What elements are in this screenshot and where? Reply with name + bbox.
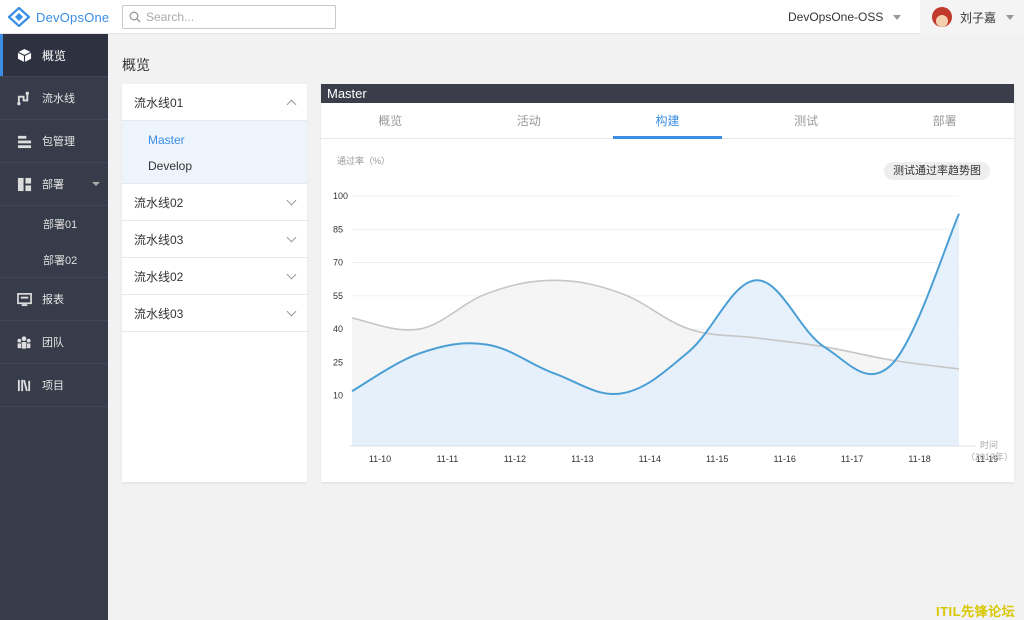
chevron-up-icon[interactable] xyxy=(286,99,297,109)
y-axis-ticks: 10 25 40 55 70 85 100 xyxy=(333,191,348,401)
app-logo[interactable]: DevOpsOne xyxy=(8,7,109,27)
chevron-down-icon xyxy=(1006,14,1015,20)
search-box[interactable] xyxy=(122,5,336,29)
sidebar-item-deploy[interactable]: 部署 xyxy=(0,163,108,206)
sidebar-item-label: 概览 xyxy=(42,48,67,63)
pipeline-item[interactable]: 流水线03 xyxy=(122,221,307,258)
x-tick-label: 11-13 xyxy=(571,454,593,464)
page-title: 概览 xyxy=(122,57,150,73)
chevron-down-icon[interactable] xyxy=(286,269,297,279)
x-tick-label: 11-17 xyxy=(841,454,863,464)
devopsone-logo-icon xyxy=(8,7,30,27)
pipeline-name: 流水线02 xyxy=(134,195,184,210)
sidebar-item-overview[interactable]: 概览 xyxy=(0,34,108,77)
x-tick-label: 11-10 xyxy=(369,454,391,464)
sidebar-subitem-label: 部署01 xyxy=(43,219,78,231)
tab-activity[interactable]: 活动 xyxy=(460,103,599,138)
app-name: DevOpsOne xyxy=(36,9,110,25)
sidebar: 概览 流水线 包管理 部署 部署01 部署02 报表 团队 项目 xyxy=(0,34,108,620)
x-tick-label: 11-14 xyxy=(639,454,661,464)
user-name: 刘子嘉 xyxy=(960,10,997,25)
sidebar-item-label: 流水线 xyxy=(42,93,75,105)
sidebar-item-label: 报表 xyxy=(42,294,64,306)
sidebar-subitem-deploy02[interactable]: 部署02 xyxy=(0,242,108,278)
user-menu[interactable]: 刘子嘉 xyxy=(920,0,1024,34)
chevron-down-icon xyxy=(92,182,100,186)
sidebar-subitem-deploy01[interactable]: 部署01 xyxy=(0,206,108,242)
y-tick-label: 10 xyxy=(333,391,343,401)
chevron-down-icon xyxy=(893,14,902,20)
cube-icon xyxy=(16,47,32,63)
x-tick-label: 11-16 xyxy=(773,454,795,464)
sidebar-item-pipeline[interactable]: 流水线 xyxy=(0,77,108,120)
pass-rate-chart: 通过率（%） 102540557085100 11-10 11-11 11-12 11… xyxy=(333,155,1013,464)
org-switcher[interactable]: DevOpsOne-OSS xyxy=(788,10,902,24)
branch-item-develop[interactable]: Develop xyxy=(122,153,307,179)
sidebar-item-label: 部署 xyxy=(42,179,64,191)
branch-item-master[interactable]: Master xyxy=(122,127,307,153)
tab-bar: 概览 活动 构建 测试 部署 xyxy=(321,103,1014,139)
x-axis-label: 时间 xyxy=(980,439,998,450)
search-icon xyxy=(129,11,141,23)
chevron-down-icon[interactable] xyxy=(286,195,297,205)
team-icon xyxy=(16,334,32,350)
avatar xyxy=(932,7,952,27)
pipeline-item[interactable]: 流水线03 xyxy=(122,295,307,332)
y-tick-label: 40 xyxy=(333,324,343,334)
sidebar-item-reports[interactable]: 报表 xyxy=(0,278,108,321)
sidebar-item-label: 包管理 xyxy=(42,136,75,148)
x-tick-label: 11-18 xyxy=(908,454,930,464)
y-tick-label: 25 xyxy=(333,357,343,367)
chevron-down-icon[interactable] xyxy=(286,306,297,316)
pipeline-name: 流水线03 xyxy=(134,232,184,247)
pipeline-name: 流水线02 xyxy=(134,269,184,284)
x-axis-ticks: 11-10 11-11 11-12 11-13 11-14 11-15 11-16 11-17… xyxy=(369,454,998,464)
tab-test[interactable]: 测试 xyxy=(737,103,876,138)
sidebar-subitem-label: 部署02 xyxy=(43,254,78,267)
pipeline-icon xyxy=(16,90,32,106)
deploy-icon xyxy=(16,176,32,192)
search-input[interactable] xyxy=(146,10,326,24)
sidebar-item-label: 项目 xyxy=(42,380,64,392)
y-tick-label: 55 xyxy=(333,291,343,301)
watermark: ITIL先锋论坛 xyxy=(936,604,1016,619)
tab-deploy[interactable]: 部署 xyxy=(875,103,1014,138)
pipeline-name: 流水线01 xyxy=(134,95,184,110)
pipeline-item[interactable]: 流水线01 xyxy=(122,84,307,121)
y-tick-label: 85 xyxy=(333,224,343,234)
y-tick-label: 100 xyxy=(333,191,348,201)
pipeline-item[interactable]: 流水线02 xyxy=(122,258,307,295)
sidebar-item-team[interactable]: 团队 xyxy=(0,321,108,364)
tab-build[interactable]: 构建 xyxy=(598,103,737,139)
x-tick-label: 11-15 xyxy=(706,454,728,464)
branch-list: Master Develop xyxy=(122,121,307,184)
x-tick-label: 11-11 xyxy=(437,454,459,464)
y-tick-label: 70 xyxy=(333,258,343,268)
x-axis-unit: （2017年） xyxy=(966,451,1013,462)
sidebar-item-label: 团队 xyxy=(42,337,64,349)
panel-title: Master xyxy=(321,84,1014,103)
pipeline-item[interactable]: 流水线02 xyxy=(122,184,307,221)
sidebar-item-packages[interactable]: 包管理 xyxy=(0,120,108,163)
sidebar-item-projects[interactable]: 项目 xyxy=(0,364,108,407)
chart-areas xyxy=(352,213,959,446)
report-icon xyxy=(16,291,32,307)
project-icon xyxy=(16,377,32,393)
org-name: DevOpsOne-OSS xyxy=(788,10,884,24)
package-icon xyxy=(16,133,32,149)
pipeline-list: 流水线01 Master Develop 流水线02 流水线03 流水线02 流… xyxy=(122,84,307,482)
pipeline-name: 流水线03 xyxy=(134,306,184,321)
x-tick-label: 11-12 xyxy=(504,454,526,464)
tab-overview[interactable]: 概览 xyxy=(321,103,460,138)
chevron-down-icon[interactable] xyxy=(286,232,297,242)
y-axis-label: 通过率（%） xyxy=(337,155,390,166)
top-bar: DevOpsOne DevOpsOne-OSS 刘子嘉 xyxy=(0,0,1024,34)
